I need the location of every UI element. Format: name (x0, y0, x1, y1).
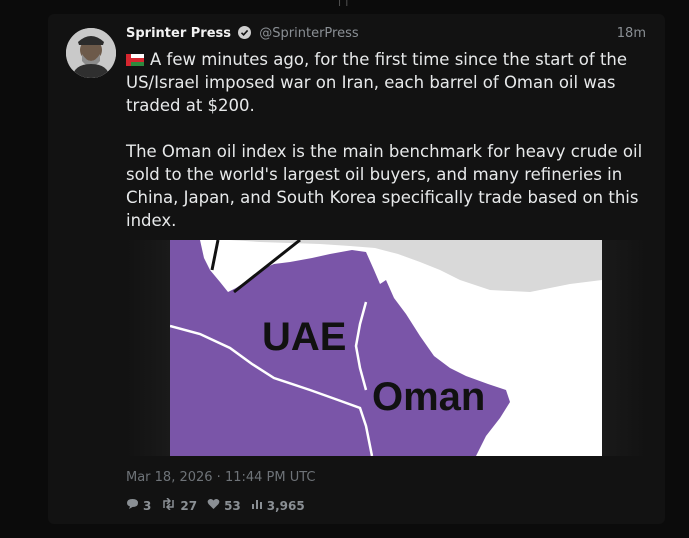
tweet-body: A few minutes ago, for the first time si… (126, 48, 646, 232)
retweet-stat[interactable]: 27 (161, 497, 198, 513)
tweet-stats: 3 27 53 3,965 (126, 497, 305, 513)
retweet-count: 27 (180, 498, 198, 513)
tweet-paragraph-1: A few minutes ago, for the first time si… (126, 48, 646, 117)
avatar[interactable] (66, 28, 116, 78)
tweet-header: Sprinter Press @SprinterPress 18m (126, 26, 646, 46)
views-icon (251, 498, 263, 513)
reply-stat[interactable]: 3 (126, 498, 151, 513)
verified-icon (238, 26, 252, 43)
reply-count: 3 (143, 498, 152, 513)
views-stat[interactable]: 3,965 (251, 498, 305, 513)
tweet-timestamp[interactable]: Mar 18, 2026 · 11:44 PM UTC (126, 470, 316, 485)
time-ago[interactable]: 18m (617, 26, 646, 41)
display-name[interactable]: Sprinter Press (126, 26, 231, 41)
oman-flag-icon (126, 49, 144, 66)
tweet-media-map[interactable]: UAE Oman (170, 240, 602, 456)
tweet-page: ╷╷ Sprinter Press @SprinterPress 18m (0, 0, 689, 538)
retweet-icon (161, 497, 176, 513)
media-right-fill (602, 240, 646, 456)
media-left-fill (126, 240, 170, 456)
like-count: 53 (224, 498, 241, 513)
paragraph-1-text: A few minutes ago, for the first time si… (126, 50, 628, 115)
views-count: 3,965 (266, 498, 305, 513)
map-label-oman: Oman (372, 375, 485, 419)
handle[interactable]: @SprinterPress (259, 26, 358, 41)
map-label-uae: UAE (262, 315, 346, 359)
tweet-paragraph-2: The Oman oil index is the main benchmark… (126, 142, 643, 230)
like-stat[interactable]: 53 (207, 498, 241, 513)
like-icon (207, 498, 220, 513)
reply-icon (126, 498, 139, 513)
top-edge-glyph: ╷╷ (336, 0, 350, 6)
